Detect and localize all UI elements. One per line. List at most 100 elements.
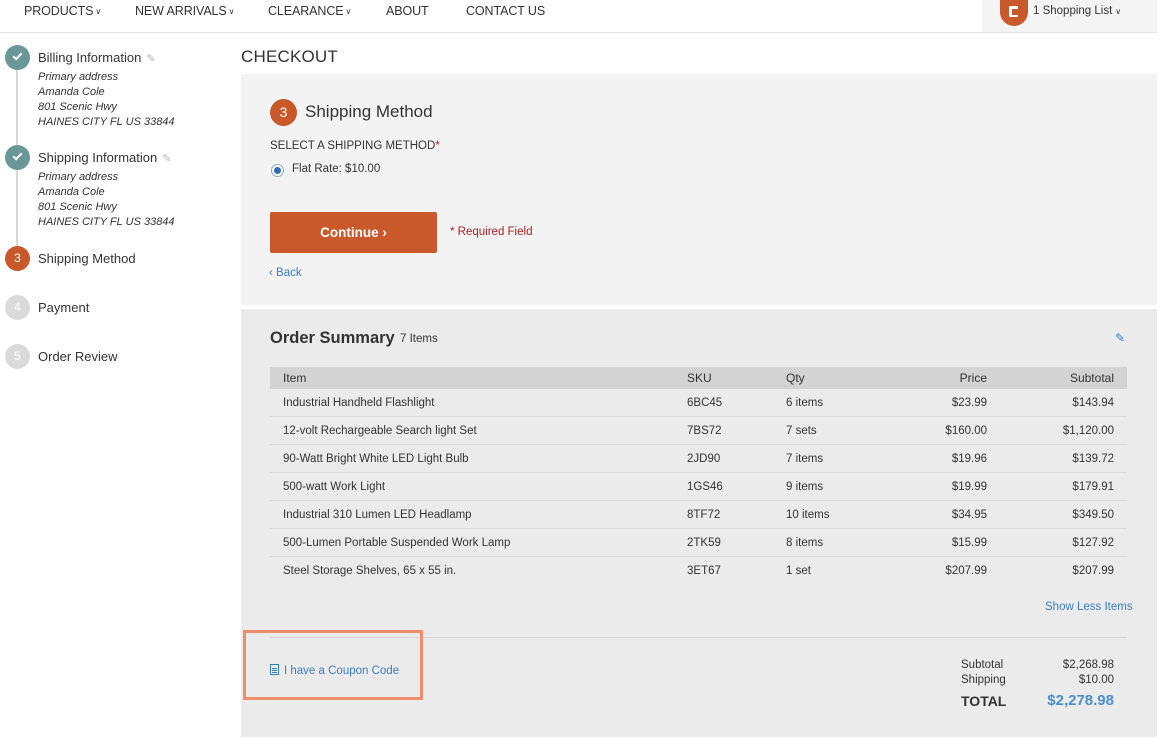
address-line: Amanda Cole xyxy=(38,186,105,198)
table-row: Industrial Handheld Flashlight 6BC45 6 ite… xyxy=(270,389,1127,417)
cell-qty: 7 sets xyxy=(786,424,817,437)
cell-sku: 3ET67 xyxy=(687,565,721,577)
cell-item: 500-Lumen Portable Suspended Work Lamp xyxy=(283,536,511,549)
address-line: 801 Scenic Hwy xyxy=(38,101,117,113)
shopping-list-label: 1 Shopping List ∨ xyxy=(1033,5,1121,17)
chevron-down-icon: ∨ xyxy=(228,7,235,16)
address-line: 801 Scenic Hwy xyxy=(38,201,117,213)
flat-rate-radio[interactable] xyxy=(271,164,284,177)
cell-qty: 8 items xyxy=(786,536,824,549)
address-line: Amanda Cole xyxy=(38,86,105,98)
pencil-icon[interactable]: ✎ xyxy=(162,152,171,165)
nav-contact-us[interactable]: CONTACT US xyxy=(466,4,545,18)
table-row: Industrial 310 Lumen LED Headlamp 8TF72 10… xyxy=(270,501,1127,529)
shipping-label-text: SELECT A SHIPPING METHOD xyxy=(270,140,436,152)
address-line: Primary address xyxy=(38,71,119,83)
cell-qty: 9 items xyxy=(786,480,824,493)
cell-item: 90-Watt Bright White LED Light Bulb xyxy=(283,452,469,465)
cell-item: 500-watt Work Light xyxy=(283,480,386,493)
step-3-number: 3 xyxy=(5,246,30,271)
cell-price: $19.99 xyxy=(951,480,987,493)
cell-qty: 7 items xyxy=(786,452,824,465)
cell-sku: 2TK59 xyxy=(687,536,721,549)
chevron-right-icon: › xyxy=(382,225,387,240)
cell-price: $23.99 xyxy=(951,396,987,409)
chevron-left-icon: ‹ xyxy=(269,267,273,279)
col-subtotal: Subtotal xyxy=(1069,371,1114,385)
billing-address: Primary address Amanda Cole 801 Scenic H… xyxy=(38,70,175,130)
nav-about[interactable]: ABOUT xyxy=(386,4,429,18)
shipping-label: Shipping xyxy=(961,674,1006,686)
table-row: 500-Lumen Portable Suspended Work Lamp 2T… xyxy=(270,529,1127,557)
cell-sku: 8TF72 xyxy=(687,508,721,521)
document-icon xyxy=(270,664,279,675)
col-item: Item xyxy=(283,371,307,385)
show-less-items-link[interactable]: Show Less Items xyxy=(1045,601,1133,613)
subtotal-value: $2,268.98 xyxy=(1062,659,1114,671)
shipping-method-label: SELECT A SHIPPING METHOD* xyxy=(270,140,440,152)
nav-products[interactable]: PRODUCTS ∨ xyxy=(24,4,101,18)
cell-price: $160.00 xyxy=(945,424,987,437)
step-5-title: Order Review xyxy=(38,349,118,364)
nav-about-label: ABOUT xyxy=(386,4,429,18)
nav-new-arrivals[interactable]: NEW ARRIVALS ∨ xyxy=(135,4,235,18)
cell-item: 12-volt Rechargeable Search light Set xyxy=(283,424,477,437)
check-icon xyxy=(12,50,23,61)
order-summary-panel: Order Summary 7 Items ✎ Item SKU Qty Pri… xyxy=(241,309,1157,737)
step-number: 4 xyxy=(14,300,21,314)
cell-sku: 2JD90 xyxy=(687,452,721,465)
table-row: 12-volt Rechargeable Search light Set 7BS… xyxy=(270,417,1127,445)
continue-button[interactable]: Continue › xyxy=(270,212,437,253)
cell-price: $15.99 xyxy=(951,536,987,549)
item-count: 7 Items xyxy=(400,333,438,345)
nav-new-arrivals-label: NEW ARRIVALS xyxy=(135,4,227,18)
step-5-number: 5 xyxy=(5,344,30,369)
cell-qty: 6 items xyxy=(786,396,824,409)
step-2-title: Shipping Information xyxy=(38,150,158,165)
step-billing-information[interactable]: Billing Information ✎ xyxy=(38,50,156,65)
edit-pencil-icon[interactable]: ✎ xyxy=(1115,331,1125,345)
cell-sku: 7BS72 xyxy=(687,424,722,437)
step-number: 5 xyxy=(14,349,21,363)
shipping-step-number: 3 xyxy=(270,99,297,126)
cell-item: Industrial Handheld Flashlight xyxy=(283,396,435,409)
nav-clearance[interactable]: CLEARANCE ∨ xyxy=(268,4,351,18)
shipping-method-panel: 3 Shipping Method SELECT A SHIPPING METH… xyxy=(241,74,1157,305)
cell-price: $19.96 xyxy=(951,452,987,465)
cell-item: Steel Storage Shelves, 65 x 55 in. xyxy=(283,565,457,577)
required-mark: * xyxy=(435,140,440,152)
step-1-title: Billing Information xyxy=(38,50,142,65)
step-4-number: 4 xyxy=(5,295,30,320)
col-qty: Qty xyxy=(786,371,805,385)
cell-item: Industrial 310 Lumen LED Headlamp xyxy=(283,508,472,521)
step-payment: Payment xyxy=(38,300,89,315)
step-2-done xyxy=(5,145,30,170)
page-title: CHECKOUT xyxy=(241,47,338,66)
cell-subtotal: $349.50 xyxy=(1072,508,1114,521)
coupon-label: I have a Coupon Code xyxy=(284,665,400,677)
shipping-value: $10.00 xyxy=(1078,674,1114,686)
cell-subtotal: $139.72 xyxy=(1072,452,1114,465)
table-body: Industrial Handheld Flashlight 6BC45 6 ite… xyxy=(270,389,1127,585)
check-icon xyxy=(12,150,23,161)
pencil-icon[interactable]: ✎ xyxy=(146,52,155,65)
step-3-title: Shipping Method xyxy=(38,251,136,266)
order-summary-title: Order Summary xyxy=(270,329,395,347)
back-link[interactable]: ‹ Back xyxy=(269,267,302,279)
address-line: HAINES CITY FL US 33844 xyxy=(38,116,175,128)
cell-subtotal: $143.94 xyxy=(1072,396,1114,409)
cell-qty: 10 items xyxy=(786,508,830,521)
shopping-list-button[interactable]: 1 Shopping List ∨ xyxy=(982,0,1157,32)
step-shipping-information[interactable]: Shipping Information ✎ xyxy=(38,150,171,165)
coupon-code-link[interactable]: I have a Coupon Code xyxy=(270,663,399,677)
shopping-list-text: 1 Shopping List xyxy=(1033,5,1113,17)
cell-subtotal: $179.91 xyxy=(1072,480,1114,493)
order-table: Item SKU Qty Price Subtotal Industrial H… xyxy=(270,367,1127,585)
shopping-list-icon xyxy=(1009,6,1018,17)
step-number: 3 xyxy=(14,251,21,265)
step-connector xyxy=(16,170,18,248)
flat-rate-label[interactable]: Flat Rate: $10.00 xyxy=(292,163,380,175)
cell-subtotal: $127.92 xyxy=(1072,536,1114,549)
total-value: $2,278.98 xyxy=(1047,692,1114,709)
step-order-review: Order Review xyxy=(38,349,117,364)
